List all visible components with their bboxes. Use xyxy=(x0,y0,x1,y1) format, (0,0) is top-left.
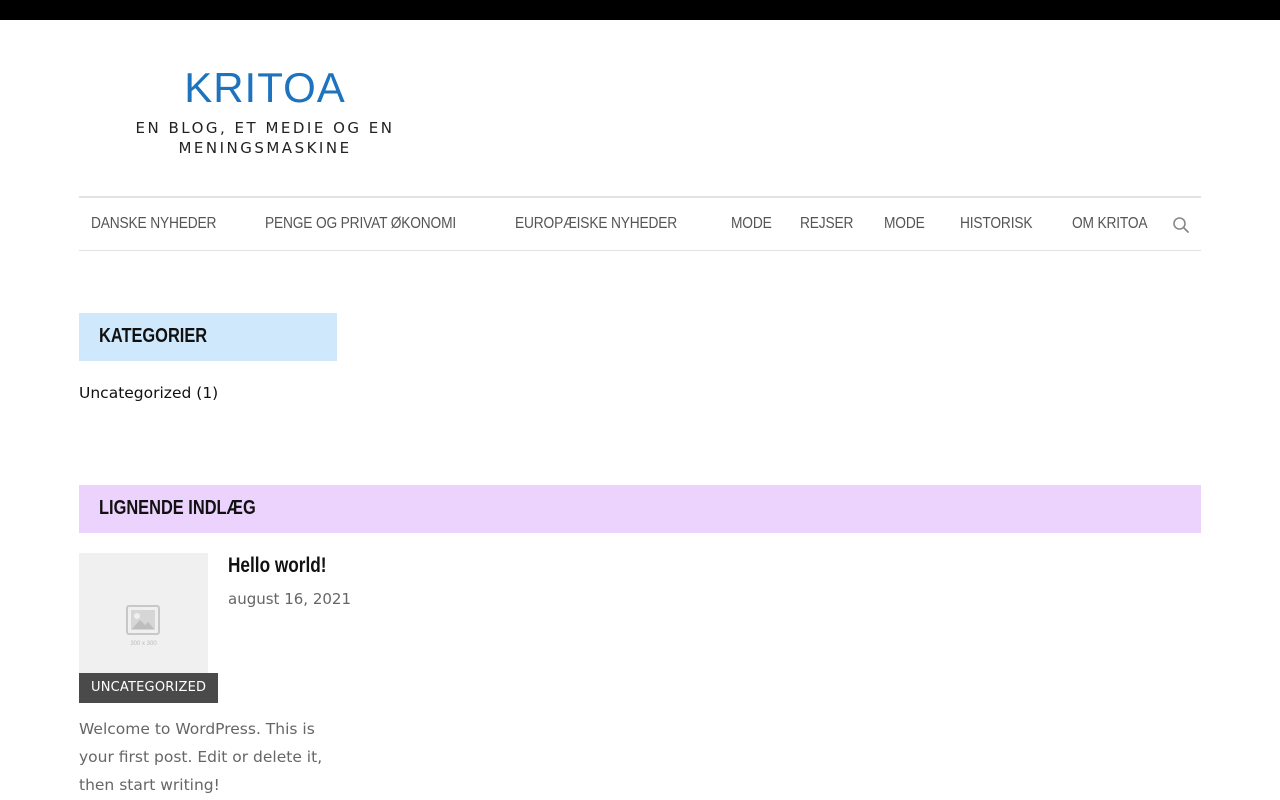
post-date: august 16, 2021 xyxy=(228,590,351,608)
nav-item-mode-2[interactable]: MODE xyxy=(884,215,925,233)
nav-item-danske-nyheder[interactable]: DANSKE NYHEDER xyxy=(91,215,216,233)
nav-item-rejser[interactable]: REJSER xyxy=(800,215,853,233)
post-title-link[interactable]: Hello world! xyxy=(228,554,327,578)
category-count: (1) xyxy=(196,384,219,402)
nav-item-mode[interactable]: MODE xyxy=(731,215,772,233)
main-navigation: DANSKE NYHEDER PENGE OG PRIVAT ØKONOMI E… xyxy=(79,196,1201,251)
related-posts-header: LIGNENDE INDLÆG xyxy=(79,485,1201,533)
post-thumbnail[interactable]: 300 x 300 xyxy=(79,553,208,682)
site-branding: KRITOA EN BLOG, ET MEDIE OG EN MENINGSMA… xyxy=(130,64,400,158)
category-link[interactable]: Uncategorized xyxy=(79,384,191,402)
image-placeholder-icon xyxy=(126,605,160,635)
categories-widget-header: KATEGORIER xyxy=(79,313,337,361)
category-item: Uncategorized (1) xyxy=(79,384,218,402)
search-icon[interactable] xyxy=(1172,216,1190,234)
nav-item-penge-og-privat-okonomi[interactable]: PENGE OG PRIVAT ØKONOMI xyxy=(265,215,456,233)
categories-widget-title: KATEGORIER xyxy=(99,325,208,347)
site-tagline: EN BLOG, ET MEDIE OG EN MENINGSMASKINE xyxy=(135,119,395,157)
nav-item-om-kritoa[interactable]: OM KRITOA xyxy=(1072,215,1148,233)
thumbnail-size-label: 300 x 300 xyxy=(130,641,157,647)
nav-item-europaeiske-nyheder[interactable]: EUROPÆISKE NYHEDER xyxy=(515,215,677,233)
post-excerpt: Welcome to WordPress. This is your first… xyxy=(79,720,323,794)
site-title-link[interactable]: KRITOA xyxy=(130,64,400,112)
post-category-badge[interactable]: UNCATEGORIZED xyxy=(79,673,219,703)
top-bar xyxy=(0,0,1280,20)
nav-item-historisk[interactable]: HISTORISK xyxy=(960,215,1033,233)
related-posts-title: LIGNENDE INDLÆG xyxy=(99,497,256,519)
